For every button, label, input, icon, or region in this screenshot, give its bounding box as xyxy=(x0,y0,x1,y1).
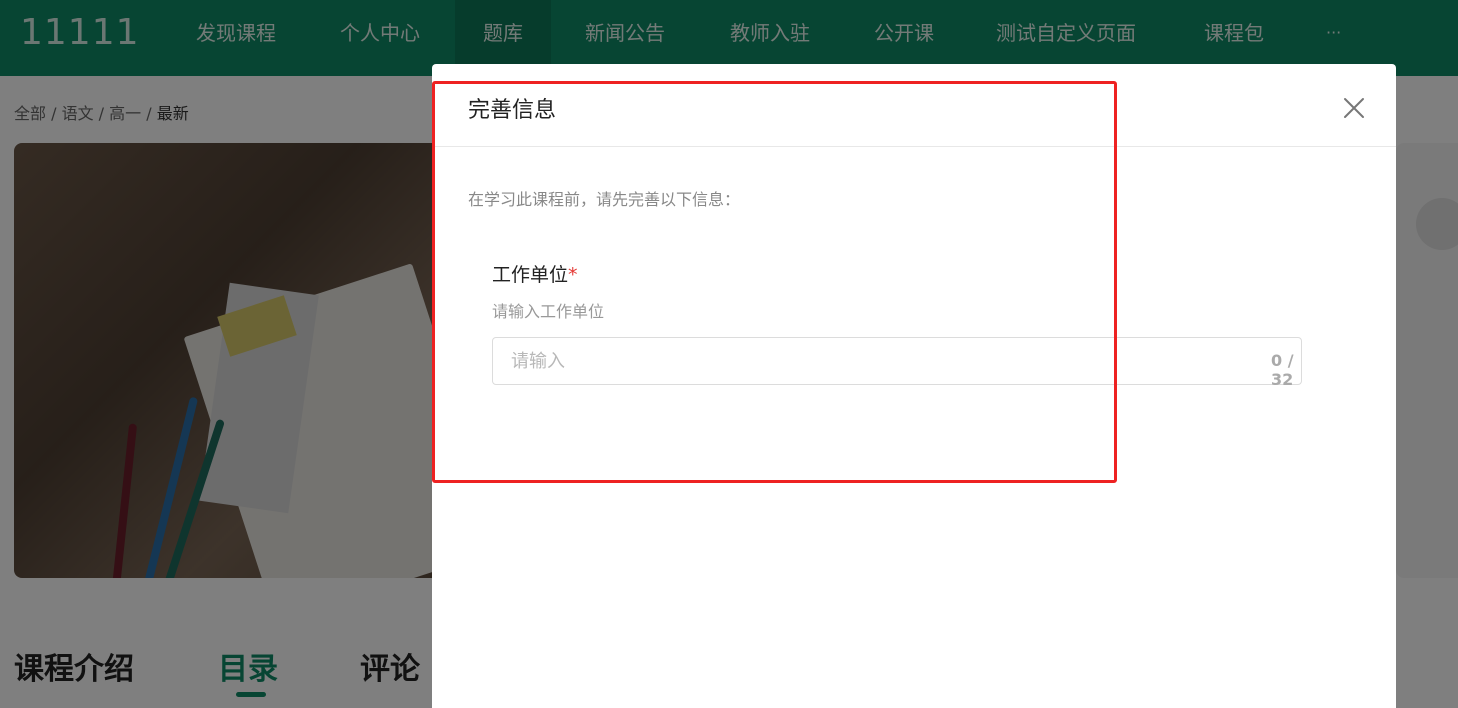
character-counter: 0 / 32 xyxy=(1271,351,1294,389)
close-icon[interactable] xyxy=(1340,94,1368,122)
annotation-highlight-box xyxy=(432,81,1117,483)
